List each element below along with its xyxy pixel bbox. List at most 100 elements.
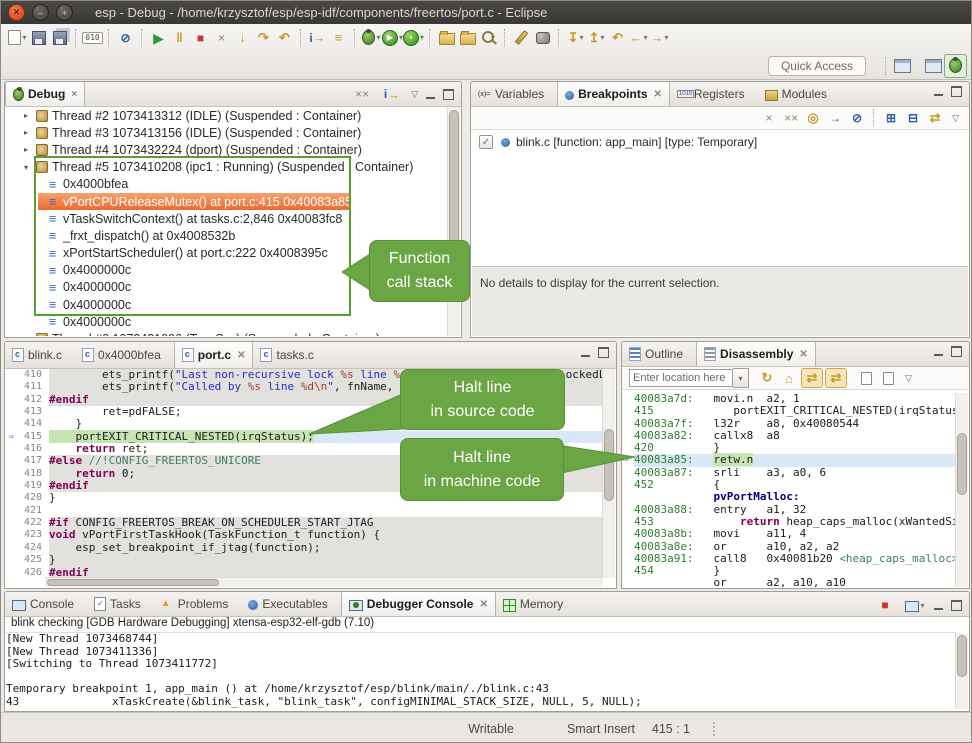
quick-access-button[interactable]: Quick Access: [768, 56, 866, 76]
instruction-pointer-icon[interactable]: [6, 381, 16, 393]
remove-breakpoint-button[interactable]: ×: [759, 109, 779, 127]
new-button[interactable]: ▾: [7, 27, 28, 49]
location-input[interactable]: [629, 369, 733, 387]
open-type-button[interactable]: [436, 27, 457, 49]
minimize-view-icon[interactable]: [934, 87, 943, 96]
terminate-button[interactable]: ■: [190, 27, 211, 49]
resume-button[interactable]: ▶: [148, 27, 169, 49]
previous-annotation-button[interactable]: ↥▾: [586, 27, 607, 49]
debug-tree-row[interactable]: ≡ vPortCPUReleaseMutex() at port.c:415 0…: [6, 193, 448, 210]
maximize-view-icon[interactable]: [598, 347, 609, 358]
code-line[interactable]: 424 esp_set_breakpoint_if_jtag(function)…: [6, 542, 603, 554]
debug-tree-row[interactable]: ▸ Thread #3 1073413156 (IDLE) (Suspended…: [6, 124, 448, 141]
debug-tree-row[interactable]: ≡ 0x4000bfea: [6, 176, 448, 193]
line-number[interactable]: 415: [16, 431, 49, 443]
expand-arrow-icon[interactable]: ▾: [24, 163, 36, 172]
line-number[interactable]: 416: [16, 443, 49, 455]
open-resource-button[interactable]: [457, 27, 478, 49]
dropdown-icon[interactable]: ▾: [376, 34, 380, 42]
instruction-pointer-icon[interactable]: [6, 505, 16, 517]
breakpoint-checkbox[interactable]: ✓: [479, 135, 493, 149]
line-number[interactable]: 424: [16, 542, 49, 554]
minimize-view-icon[interactable]: [426, 90, 435, 99]
step-return-button[interactable]: ↶: [274, 27, 295, 49]
view-tab[interactable]: Modules: [758, 82, 840, 106]
close-icon[interactable]: ✕: [654, 89, 662, 100]
editor-tab[interactable]: port.c ✕: [174, 342, 254, 368]
console-output[interactable]: [New Thread 1073468744] [New Thread 1073…: [6, 633, 956, 709]
console-scrollbar[interactable]: [955, 633, 968, 709]
view-tab[interactable]: Disassembly ✕: [696, 342, 816, 366]
instruction-pointer-icon[interactable]: [6, 455, 16, 467]
view-tab[interactable]: Memory: [496, 592, 576, 616]
home-button[interactable]: ⌂: [779, 369, 799, 387]
instruction-pointer-icon[interactable]: [6, 542, 16, 554]
instruction-pointer-icon[interactable]: [6, 554, 16, 566]
display-selected-console-button[interactable]: ▾: [905, 596, 925, 614]
debug-tree-row[interactable]: ▸ Thread #4 1073432224 (dport) (Suspende…: [6, 141, 448, 158]
instruction-pointer-icon[interactable]: [6, 480, 16, 492]
step-filters-button[interactable]: ≡: [328, 27, 349, 49]
remove-all-terminated-button[interactable]: ××: [352, 85, 372, 103]
editor-horizontal-scrollbar[interactable]: [45, 577, 603, 587]
skip-all-breakpoints-button[interactable]: ⊘: [115, 27, 136, 49]
go-to-file-button[interactable]: →: [825, 109, 845, 127]
instruction-pointer-icon[interactable]: [6, 369, 16, 381]
dropdown-icon[interactable]: ▾: [579, 34, 583, 42]
dropdown-icon[interactable]: ▾: [420, 34, 424, 42]
external-tools-button[interactable]: ▪▾: [403, 27, 424, 49]
editor-vertical-scrollbar[interactable]: [602, 369, 615, 578]
view-tab[interactable]: Breakpoints ✕: [557, 82, 670, 106]
show-breakpoints-for-selection-button[interactable]: ◎: [803, 109, 823, 127]
expand-arrow-icon[interactable]: ▸: [24, 335, 36, 336]
view-tab[interactable]: Problems: [154, 592, 242, 616]
skip-all-breakpoints-toggle[interactable]: ⊘: [847, 109, 867, 127]
dropdown-icon[interactable]: ▾: [644, 34, 648, 42]
line-number[interactable]: 422: [16, 517, 49, 529]
instruction-pointer-icon[interactable]: [6, 567, 16, 579]
view-tab[interactable]: Executables: [241, 592, 340, 616]
view-menu-icon[interactable]: ▽: [952, 113, 959, 124]
debug-tree-row[interactable]: ▾ Thread #5 1073410208 (ipc1 : Running) …: [6, 159, 448, 176]
remove-all-breakpoints-button[interactable]: ××: [781, 109, 801, 127]
debug-tree-row[interactable]: ▸ Thread #2 1073413312 (IDLE) (Suspended…: [6, 107, 448, 124]
external-browser-button[interactable]: [532, 27, 553, 49]
code-line[interactable]: 425 }: [6, 554, 603, 566]
editor-tab[interactable]: tasks.c: [253, 342, 326, 368]
code-text[interactable]: }: [49, 554, 603, 566]
step-into-button[interactable]: ↓: [232, 27, 253, 49]
cpp-perspective-button[interactable]: [923, 55, 944, 77]
minimize-button[interactable]: –: [32, 4, 49, 21]
line-number[interactable]: 412: [16, 394, 49, 406]
maximize-view-icon[interactable]: [951, 346, 962, 357]
line-number[interactable]: 411: [16, 381, 49, 393]
view-tab[interactable]: Variables: [471, 82, 557, 106]
code-text[interactable]: esp_set_breakpoint_if_jtag(function);: [49, 542, 603, 554]
instruction-pointer-icon[interactable]: [6, 468, 16, 480]
line-number[interactable]: 410: [16, 369, 49, 381]
binary-toggle-button[interactable]: 010: [82, 27, 103, 49]
open-perspective-button[interactable]: [892, 55, 913, 77]
view-menu-icon[interactable]: ▽: [905, 373, 912, 384]
search-button[interactable]: ▾: [478, 27, 499, 49]
export-button[interactable]: [878, 369, 898, 387]
instruction-pointer-icon[interactable]: [6, 443, 16, 455]
expand-arrow-icon[interactable]: ▸: [24, 111, 36, 120]
disassembly-listing[interactable]: 40083a7d: movi.n a2, 1 415 portEXIT_CRIT…: [623, 393, 956, 587]
back-button[interactable]: ←▾: [628, 27, 649, 49]
view-tab[interactable]: Tasks: [87, 592, 154, 616]
debug-button[interactable]: ▾: [361, 27, 382, 49]
dropdown-icon[interactable]: ▾: [920, 601, 924, 610]
close-icon[interactable]: ✕: [237, 350, 245, 361]
close-icon[interactable]: ×: [71, 89, 77, 100]
line-number[interactable]: 418: [16, 468, 49, 480]
instruction-pointer-icon[interactable]: [6, 406, 16, 418]
collapse-all-button[interactable]: ⊟: [903, 109, 923, 127]
line-number[interactable]: 417: [16, 455, 49, 467]
dropdown-icon[interactable]: ▾: [600, 34, 604, 42]
instruction-pointer-icon[interactable]: [6, 517, 16, 529]
suspend-button[interactable]: ‖: [169, 27, 190, 49]
view-tab[interactable]: Registers: [670, 82, 758, 106]
maximize-button[interactable]: +: [56, 4, 73, 21]
maximize-view-icon[interactable]: [951, 86, 962, 97]
